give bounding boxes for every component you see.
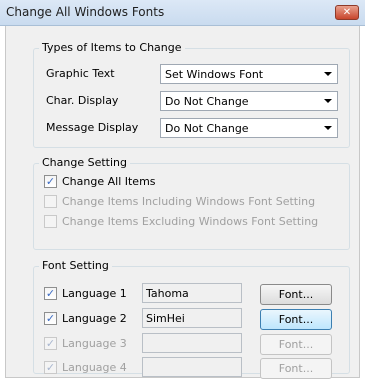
message-display-label: Message Display: [46, 121, 139, 134]
font-setting-group: Font Setting ✓ Language 1 Tahoma Font...…: [33, 259, 350, 379]
check-icon: ✓: [45, 312, 56, 325]
language-3-checkbox[interactable]: ✓: [44, 337, 57, 350]
close-icon: ✕: [342, 7, 352, 18]
change-including-checkbox[interactable]: [44, 195, 57, 208]
window-title: Change All Windows Fonts: [6, 5, 165, 19]
language-4-checkbox[interactable]: ✓: [44, 361, 57, 374]
chevron-down-icon: [324, 99, 332, 103]
language-4-label: Language 4: [62, 361, 127, 374]
change-setting-group: Change Setting ✓ Change All Items Change…: [33, 156, 350, 250]
change-including-label: Change Items Including Windows Font Sett…: [62, 195, 316, 208]
chevron-down-icon: [324, 126, 332, 130]
language-1-font-button[interactable]: Font...: [260, 284, 332, 305]
language-1-checkbox[interactable]: ✓: [44, 287, 57, 300]
graphic-text-select-value: Set Windows Font: [165, 68, 264, 81]
language-4-font-button[interactable]: Font...: [260, 358, 332, 379]
language-1-font-field: Tahoma: [142, 283, 242, 303]
dialog-client-area: Types of Items to Change Graphic Text Se…: [5, 26, 360, 379]
graphic-text-label: Graphic Text: [46, 67, 115, 80]
title-bar[interactable]: Change All Windows Fonts ✕: [0, 0, 365, 26]
types-of-items-legend: Types of Items to Change: [39, 41, 185, 54]
language-3-label: Language 3: [62, 337, 127, 350]
dialog-window: Change All Windows Fonts ✕ Types of Item…: [0, 0, 365, 383]
char-display-select[interactable]: Do Not Change: [160, 91, 338, 111]
language-2-label: Language 2: [62, 312, 127, 325]
message-display-select[interactable]: Do Not Change: [160, 118, 338, 138]
language-3-font-button[interactable]: Font...: [260, 334, 332, 355]
change-setting-legend: Change Setting: [39, 156, 130, 169]
language-1-label: Language 1: [62, 287, 127, 300]
change-all-items-checkbox[interactable]: ✓: [44, 175, 57, 188]
graphic-text-select[interactable]: Set Windows Font: [160, 64, 338, 84]
language-2-font-value: SimHei: [146, 312, 185, 325]
check-icon: ✓: [45, 361, 56, 374]
types-of-items-group: Types of Items to Change Graphic Text Se…: [33, 41, 350, 148]
change-excluding-checkbox[interactable]: [44, 215, 57, 228]
check-icon: ✓: [45, 175, 56, 188]
language-2-checkbox[interactable]: ✓: [44, 312, 57, 325]
language-2-font-button[interactable]: Font...: [260, 309, 332, 330]
close-button[interactable]: ✕: [335, 5, 359, 20]
char-display-select-value: Do Not Change: [165, 95, 249, 108]
check-icon: ✓: [45, 287, 56, 300]
language-2-font-field: SimHei: [142, 308, 242, 328]
change-all-items-label: Change All Items: [62, 175, 156, 188]
language-1-font-value: Tahoma: [146, 287, 189, 300]
message-display-select-value: Do Not Change: [165, 122, 249, 135]
font-setting-legend: Font Setting: [39, 259, 112, 272]
char-display-label: Char. Display: [46, 94, 119, 107]
language-4-font-field: [142, 357, 242, 377]
change-excluding-label: Change Items Excluding Windows Font Sett…: [62, 215, 319, 228]
chevron-down-icon: [324, 72, 332, 76]
check-icon: ✓: [45, 337, 56, 350]
language-3-font-field: [142, 333, 242, 353]
